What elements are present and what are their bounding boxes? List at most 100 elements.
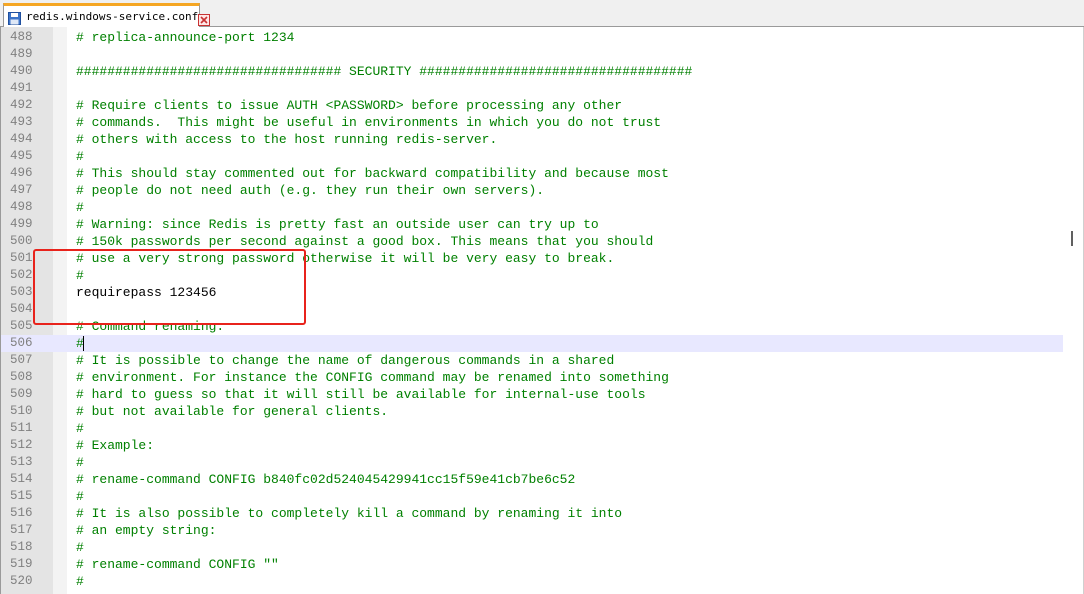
code-line[interactable]: 518 # (1, 539, 1084, 556)
comment-text: # Command renaming. (76, 319, 225, 334)
line-number: 491 (10, 81, 33, 95)
comment-text: # (76, 268, 84, 283)
scrollbar-thumb[interactable] (1071, 231, 1073, 246)
code-line[interactable]: 493 # commands. This might be useful in e… (1, 114, 1084, 131)
comment-text: # (76, 489, 84, 504)
line-number: 506 (10, 336, 33, 350)
line-number: 493 (10, 115, 33, 129)
comment-text: # 150k passwords per second against a go… (76, 234, 654, 249)
line-number: 496 (10, 166, 33, 180)
line-number: 514 (10, 472, 33, 486)
line-number: 492 (10, 98, 33, 112)
comment-text: # (76, 421, 84, 436)
editor-window: redis.windows-service.conf 488 # replica-… (0, 0, 1084, 594)
line-number: 498 (10, 200, 33, 214)
line-number: 509 (10, 387, 33, 401)
tab-title: redis.windows-service.conf (26, 10, 199, 23)
line-number: 503 (10, 285, 33, 299)
text-caret (83, 336, 84, 351)
comment-text: # people do not need auth (e.g. they run… (76, 183, 545, 198)
code-line[interactable]: 509 # hard to guess so that it will still… (1, 386, 1084, 403)
code-line[interactable]: 498 # (1, 199, 1084, 216)
code-line[interactable]: 500 # 150k passwords per second against a… (1, 233, 1084, 250)
line-number: 507 (10, 353, 33, 367)
line-number: 489 (10, 47, 33, 61)
line-number: 519 (10, 557, 33, 571)
code-line[interactable]: 507 # It is possible to change the name o… (1, 352, 1084, 369)
code-line[interactable]: 490 ################################## SE… (1, 63, 1084, 80)
code-line[interactable]: 489 (1, 46, 1084, 63)
comment-text: # (76, 455, 84, 470)
line-number: 500 (10, 234, 33, 248)
code-line[interactable]: 496 # This should stay commented out for … (1, 165, 1084, 182)
code-line[interactable]: 492 # Require clients to issue AUTH <PASS… (1, 97, 1084, 114)
config-directive: requirepass 123456 (76, 285, 217, 300)
comment-text: # others with access to the host running… (76, 132, 498, 147)
comment-text: # rename-command CONFIG "" (76, 557, 279, 572)
close-icon[interactable] (198, 11, 211, 26)
line-number: 501 (10, 251, 33, 265)
line-number: 502 (10, 268, 33, 282)
line-number: 499 (10, 217, 33, 231)
comment-text: # (76, 200, 84, 215)
code-line[interactable]: 504 (1, 301, 1084, 318)
code-line[interactable]: 499 # Warning: since Redis is pretty fast… (1, 216, 1084, 233)
code-line[interactable]: 519 # rename-command CONFIG "" (1, 556, 1084, 573)
code-line[interactable]: 501 # use a very strong password otherwis… (1, 250, 1084, 267)
current-line[interactable]: 506 # (1, 335, 1063, 352)
line-number: 518 (10, 540, 33, 554)
code-line[interactable]: 514 # rename-command CONFIG b840fc02d5240… (1, 471, 1084, 488)
line-number: 494 (10, 132, 33, 146)
code-line[interactable]: 512 # Example: (1, 437, 1084, 454)
comment-text: # environment. For instance the CONFIG c… (76, 370, 669, 385)
code-line[interactable]: 488 # replica-announce-port 1234 (1, 29, 1084, 46)
line-number: 516 (10, 506, 33, 520)
line-number: 504 (10, 302, 33, 316)
code-line[interactable]: 503 requirepass 123456 (1, 284, 1084, 301)
code-line[interactable]: 497 # people do not need auth (e.g. they … (1, 182, 1084, 199)
comment-text: # use a very strong password otherwise i… (76, 251, 615, 266)
code-line[interactable]: 510 # but not available for general clien… (1, 403, 1084, 420)
comment-text: # It is also possible to completely kill… (76, 506, 623, 521)
line-number: 517 (10, 523, 33, 537)
line-number: 505 (10, 319, 33, 333)
line-number: 490 (10, 64, 33, 78)
comment-text: # rename-command CONFIG b840fc02d5240454… (76, 472, 576, 487)
code-line[interactable]: 491 (1, 80, 1084, 97)
line-number: 495 (10, 149, 33, 163)
comment-text: # It is possible to change the name of d… (76, 353, 615, 368)
code-line[interactable]: 516 # It is also possible to completely k… (1, 505, 1084, 522)
code-line[interactable]: 495 # (1, 148, 1084, 165)
comment-text: # Require clients to issue AUTH <PASSWOR… (76, 98, 623, 113)
line-number: 513 (10, 455, 33, 469)
code-line[interactable]: 515 # (1, 488, 1084, 505)
save-icon (8, 10, 21, 25)
code-line[interactable]: 494 # others with access to the host runn… (1, 131, 1084, 148)
code-line[interactable]: 520 # (1, 573, 1084, 590)
code-line[interactable]: 513 # (1, 454, 1084, 471)
comment-text: # Example: (76, 438, 155, 453)
tab-bar: redis.windows-service.conf (0, 0, 1084, 27)
comment-text: # (76, 574, 84, 589)
comment-text: # but not available for general clients. (76, 404, 389, 419)
code-line[interactable]: 517 # an empty string: (1, 522, 1084, 539)
comment-text: # Warning: since Redis is pretty fast an… (76, 217, 599, 232)
code-line[interactable]: 508 # environment. For instance the CONFI… (1, 369, 1084, 386)
line-number: 488 (10, 30, 33, 44)
comment-text: # replica-announce-port 1234 (76, 30, 295, 45)
comment-text: # hard to guess so that it will still be… (76, 387, 646, 402)
comment-text: # (76, 149, 84, 164)
comment-text: # (76, 540, 84, 555)
line-number: 497 (10, 183, 33, 197)
comment-text: # an empty string: (76, 523, 217, 538)
comment-text: # commands. This might be useful in envi… (76, 115, 662, 130)
line-number: 515 (10, 489, 33, 503)
line-number: 510 (10, 404, 33, 418)
file-tab[interactable]: redis.windows-service.conf (3, 3, 211, 27)
comment-text: ################################## SECUR… (76, 64, 693, 79)
code-line[interactable]: 502 # (1, 267, 1084, 284)
editor-lines[interactable]: 488 # replica-announce-port 1234 489 490 ###… (1, 29, 1084, 590)
code-line[interactable]: 505 # Command renaming. (1, 318, 1084, 335)
code-line[interactable]: 511 # (1, 420, 1084, 437)
text-editor[interactable]: 488 # replica-announce-port 1234 489 490 ###… (0, 27, 1084, 594)
